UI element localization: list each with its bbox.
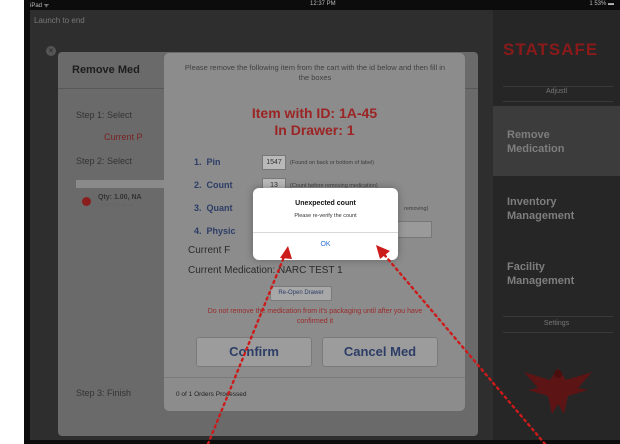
- field-label: Count: [206, 180, 233, 190]
- alert-ok-button[interactable]: OK: [253, 233, 398, 260]
- quantity-hint: removing): [404, 206, 429, 212]
- list-header-strip: [76, 180, 166, 188]
- pin-hint: (Found on back or bottom of label): [290, 160, 375, 166]
- pin-input[interactable]: 1547: [262, 155, 286, 170]
- field-number: 1.: [194, 157, 202, 167]
- pin-field-label: 1. Pin: [194, 157, 221, 167]
- field-label: Pin: [206, 157, 221, 167]
- step-3-label: Step 3: Finish: [76, 388, 132, 398]
- physical-count-input[interactable]: [394, 221, 432, 238]
- field-label: Quant: [206, 203, 233, 213]
- item-id-title: Item with ID: 1A-45: [251, 105, 378, 121]
- status-left: iPad ᯤ: [30, 3, 50, 9]
- divider: [503, 332, 613, 333]
- orders-processed-label: 0 of 1 Orders Processed: [176, 391, 247, 398]
- quantity-field-label: 3. Quant: [194, 203, 233, 213]
- count-field-label: 2. Count: [194, 180, 233, 190]
- sidebar-item-inventory-management[interactable]: Inventory Management: [507, 195, 574, 223]
- unexpected-count-alert: Unexpected count Please re-verify the co…: [253, 188, 398, 260]
- divider: [503, 101, 613, 102]
- alert-message: Please re-verify the count: [294, 213, 357, 219]
- physical-field-label: 4. Physic: [194, 226, 236, 236]
- sidebar-item-facility-management[interactable]: Facility Management: [507, 260, 574, 288]
- step-1-label: Step 1: Select: [76, 110, 133, 120]
- cancel-med-button[interactable]: Cancel Med: [322, 337, 438, 367]
- order-status: Pending Med: [98, 203, 134, 209]
- remove-circle-icon[interactable]: [82, 197, 91, 206]
- current-medication-label: Current Medication: NARC TEST 1: [188, 265, 343, 276]
- reopen-drawer-button[interactable]: Re-Open Drawer: [270, 286, 332, 301]
- step-2-label: Step 2: Select: [76, 156, 133, 166]
- divider: [503, 316, 613, 317]
- status-bar: iPad ᯤ 12:37 PM 1 53% ▬: [24, 0, 620, 10]
- current-patient-label: Current P: [104, 132, 143, 142]
- status-right: 1 53% ▬: [589, 1, 614, 7]
- field-number: 4.: [194, 226, 202, 236]
- divider: [503, 86, 613, 87]
- confirm-button[interactable]: Confirm: [196, 337, 312, 367]
- sidebar-item-settings[interactable]: Settings: [493, 320, 620, 327]
- statsafe-logo: STATSAFE: [503, 40, 599, 59]
- divider: [164, 377, 465, 378]
- sidebar-section-label: Adjustl: [545, 88, 567, 95]
- panel-title: Remove Med: [72, 64, 140, 76]
- current-facility-label: Current F: [188, 245, 231, 256]
- close-icon[interactable]: ×: [46, 46, 56, 56]
- order-quantity: Qty: 1.00, NA: [98, 194, 142, 201]
- sidebar-item-label: Remove Medication: [507, 129, 565, 155]
- status-time: 12:37 PM: [310, 1, 336, 7]
- app-title: Launch to end: [34, 16, 85, 25]
- eagle-emblem-icon: [524, 368, 592, 414]
- packaging-warning: Do not remove the medication from it's p…: [207, 308, 423, 325]
- alert-title: Unexpected count: [295, 200, 356, 207]
- field-number: 2.: [194, 180, 202, 190]
- instruction-text: Please remove the following item from th…: [184, 63, 446, 82]
- field-number: 3.: [194, 203, 202, 213]
- field-label: Physic: [206, 226, 236, 236]
- drawer-title: In Drawer: 1: [274, 122, 355, 138]
